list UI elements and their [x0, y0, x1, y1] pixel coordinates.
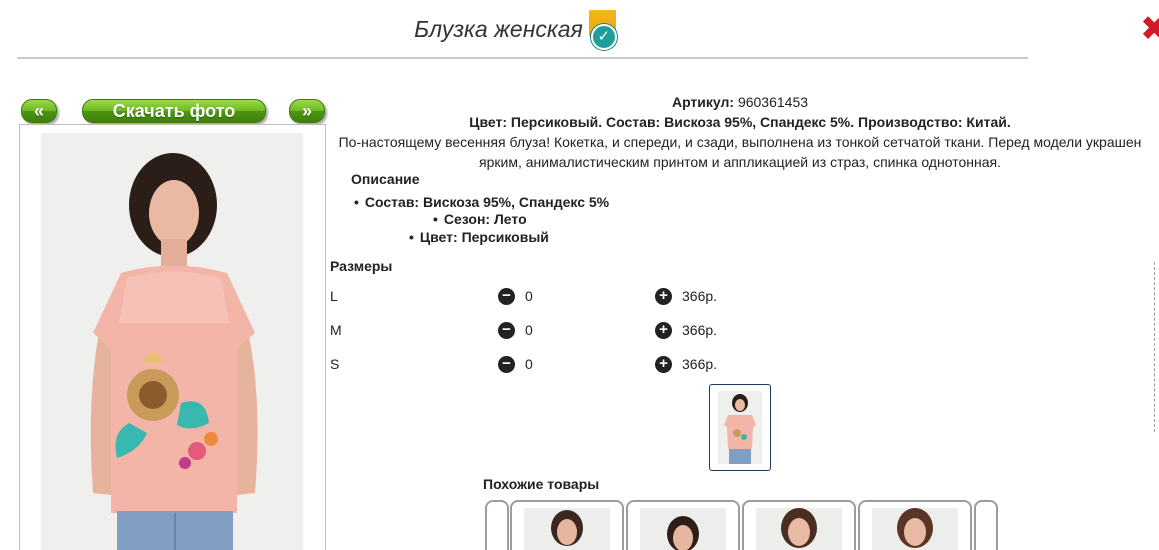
check-badge-icon: ✓ [588, 10, 617, 50]
product-page: Блузка женская ✓ ✖ « Скачать фото » Арти… [0, 0, 1159, 550]
plus-icon[interactable]: + [655, 356, 672, 373]
size-label: S [330, 356, 340, 372]
article-label: Артикул: [671, 94, 735, 110]
download-photo-button[interactable]: Скачать фото [82, 99, 266, 123]
size-row-m: M − 0 + 366р. [330, 322, 750, 342]
similar-product-card[interactable] [510, 500, 624, 550]
description-heading: Описание [351, 171, 420, 187]
similar-product-image [524, 508, 610, 550]
title-bar: Блузка женская ✓ [0, 10, 1030, 50]
similar-product-image [756, 508, 842, 550]
product-info: Артикул: 960361453 Цвет: Персиковый. Сос… [330, 92, 1150, 172]
similar-product-card[interactable] [742, 500, 856, 550]
minus-icon[interactable]: − [498, 288, 515, 305]
quantity-value: 0 [525, 288, 533, 304]
plus-icon[interactable]: + [655, 322, 672, 339]
article-value: 960361453 [737, 94, 809, 110]
detail-season: Сезон: Лето [433, 211, 527, 227]
quantity-value: 0 [525, 356, 533, 372]
product-photo[interactable] [41, 133, 303, 550]
scrollbar-track[interactable] [1154, 262, 1158, 432]
size-row-l: L − 0 + 366р. [330, 288, 750, 308]
minus-icon[interactable]: − [498, 356, 515, 373]
thumbnail-image [718, 391, 762, 464]
size-label: M [330, 322, 342, 338]
page-title: Блузка женская [414, 15, 583, 42]
similar-product-image [872, 508, 958, 550]
photo-thumbnail[interactable] [709, 384, 771, 471]
prev-photo-button[interactable]: « [21, 99, 57, 123]
size-label: L [330, 288, 338, 304]
similar-product-card[interactable] [858, 500, 972, 550]
price-value: 366р. [682, 288, 718, 304]
similar-product-image [640, 508, 726, 550]
quantity-value: 0 [525, 322, 533, 338]
next-photo-button[interactable]: » [289, 99, 325, 123]
similar-product-card[interactable] [626, 500, 740, 550]
detail-composition: Состав: Вискоза 95%, Спандекс 5% [354, 194, 609, 210]
article-row: Артикул: 960361453 [330, 92, 1150, 112]
price-value: 366р. [682, 356, 718, 372]
description-line-2: ярким, анималистическим принтом и апплик… [479, 154, 1001, 170]
detail-color: Цвет: Персиковый [409, 229, 549, 245]
price-value: 366р. [682, 322, 718, 338]
plus-icon[interactable]: + [655, 288, 672, 305]
size-row-s: S − 0 + 366р. [330, 356, 750, 376]
minus-icon[interactable]: − [498, 322, 515, 339]
similar-products-heading: Похожие товары [483, 476, 600, 492]
attributes-line: Цвет: Персиковый. Состав: Вискоза 95%, С… [469, 114, 1011, 130]
description-line-1: По-настоящему весенняя блуза! Кокетка, и… [338, 134, 1142, 150]
similar-next-arrow[interactable] [974, 500, 998, 550]
main-photo-frame [19, 124, 326, 550]
sizes-heading: Размеры [330, 258, 393, 274]
title-divider [17, 57, 1028, 59]
close-icon[interactable]: ✖ [1140, 12, 1159, 46]
similar-prev-arrow[interactable] [485, 500, 509, 550]
